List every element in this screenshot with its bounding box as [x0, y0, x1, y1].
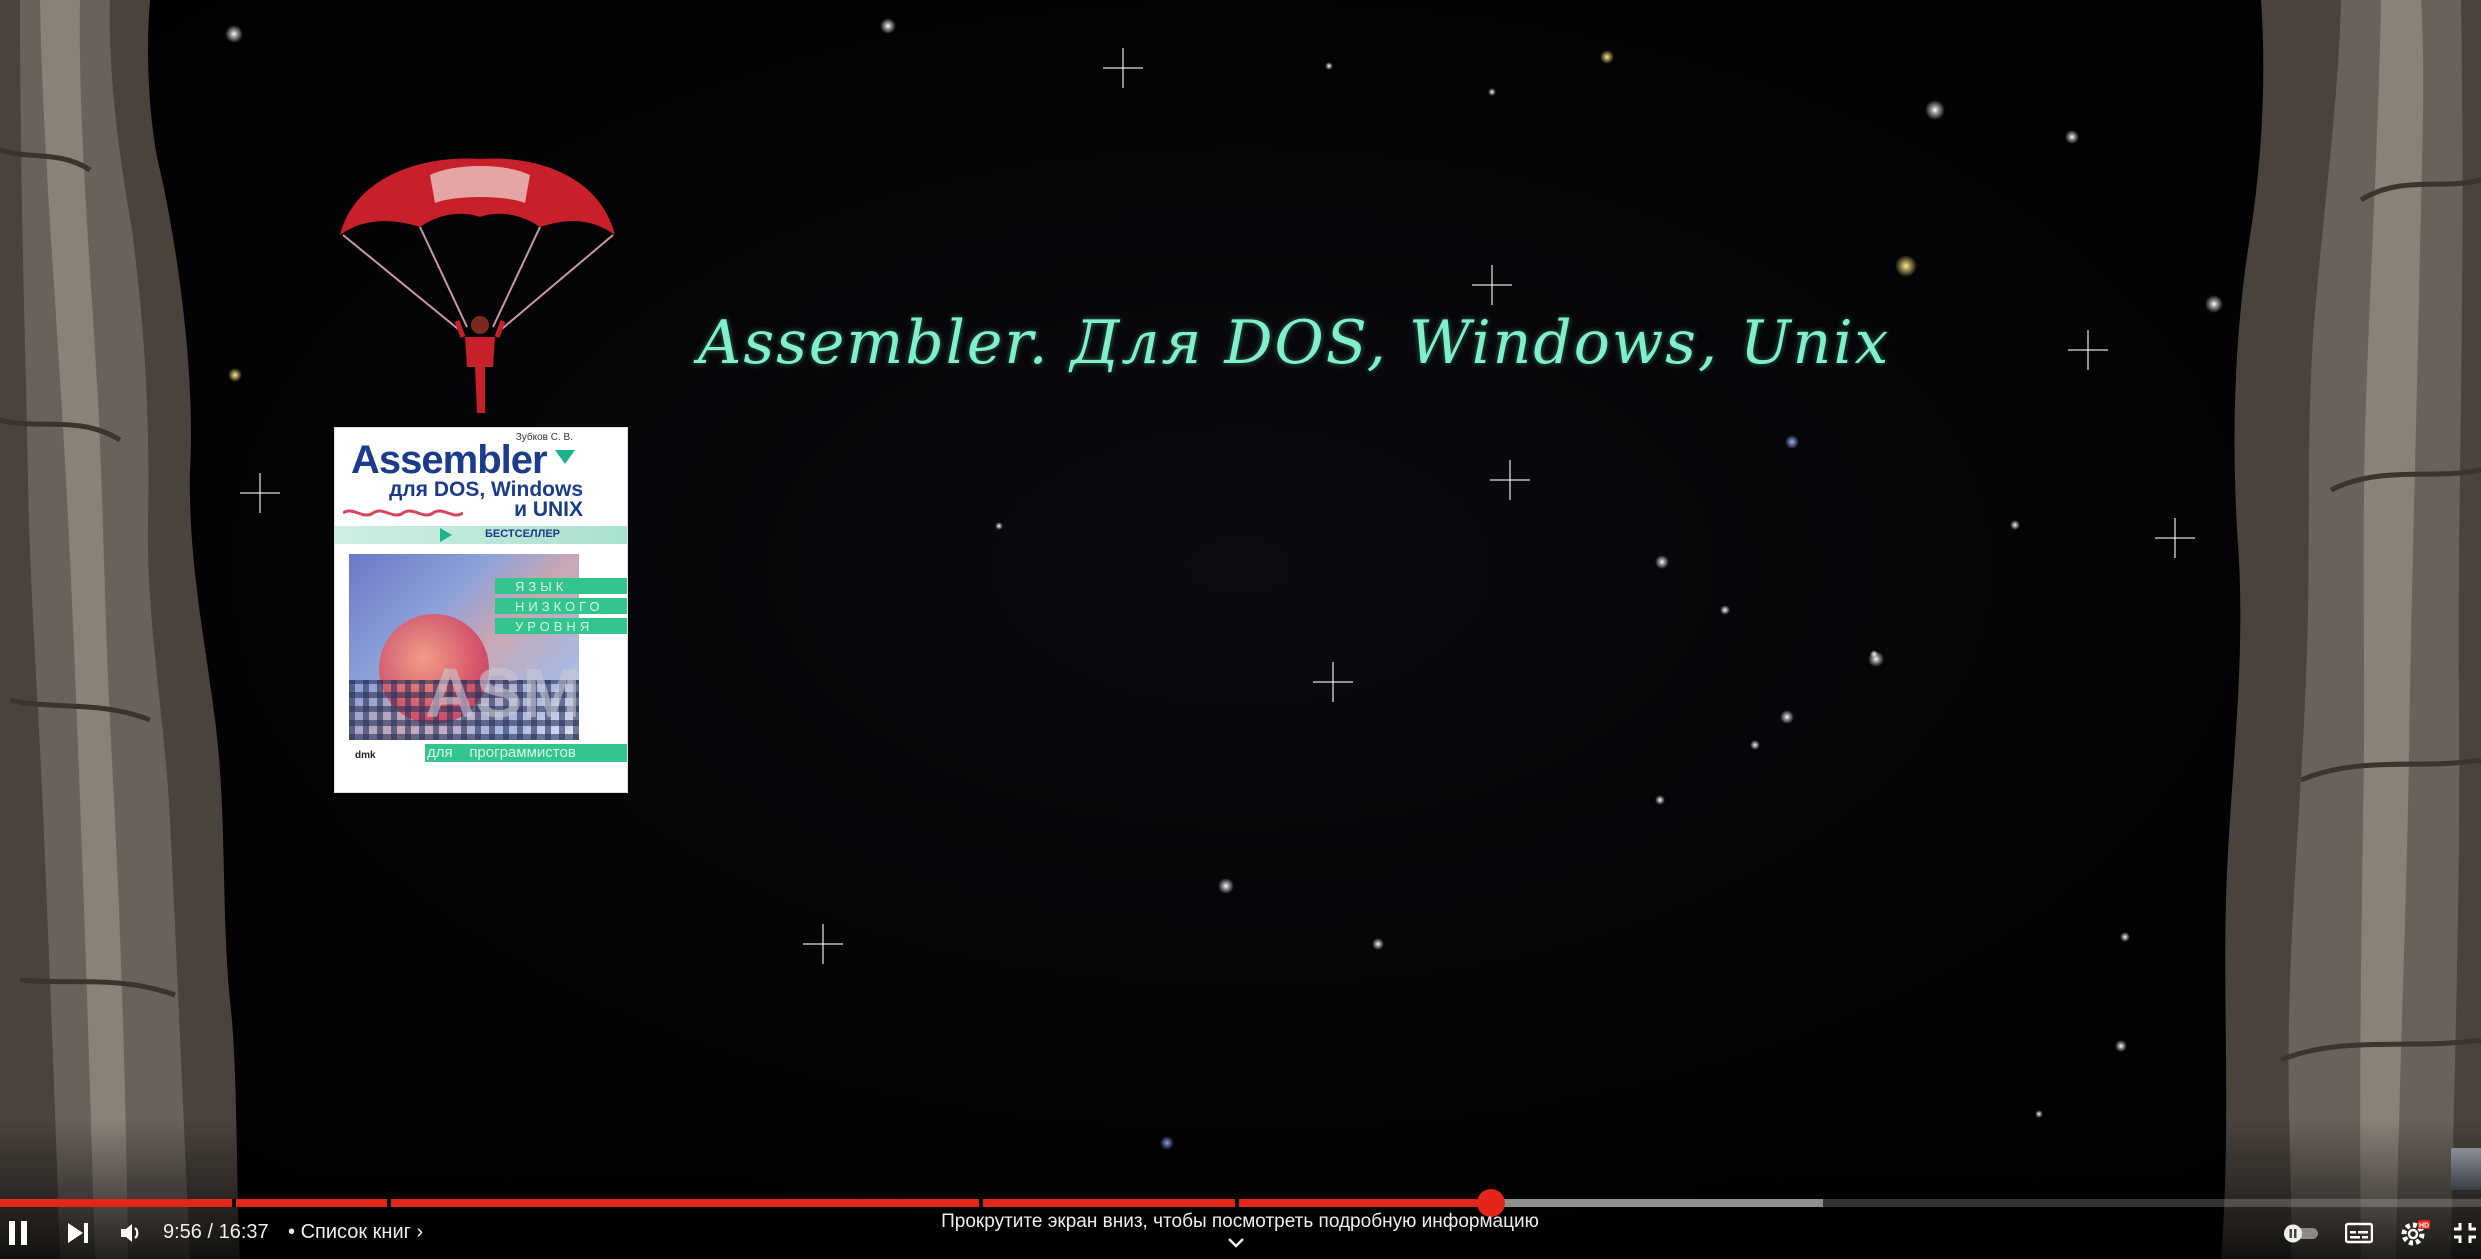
- star: [1600, 50, 1614, 64]
- scroll-hint[interactable]: Прокрутите экран вниз, чтобы посмотреть …: [940, 1211, 1540, 1233]
- sparkle: [803, 924, 843, 964]
- book-bottom-prefix: для: [427, 744, 453, 761]
- star: [1372, 938, 1384, 950]
- channel-avatar-thumbnail[interactable]: [2451, 1148, 2481, 1190]
- sparkle: [240, 473, 280, 513]
- star: [1925, 100, 1945, 120]
- triangle-icon: [555, 450, 575, 464]
- exit-fullscreen-icon: [2453, 1223, 2476, 1243]
- play-triangle-icon: [440, 528, 452, 542]
- sparkle: [1313, 662, 1353, 702]
- subtitles-button[interactable]: [2336, 1207, 2382, 1259]
- book-subtitle-line1: для DOS, Windows: [389, 478, 583, 501]
- left-cliff-illustration: [0, 0, 240, 1259]
- star: [1325, 62, 1333, 70]
- time-separator: /: [201, 1221, 219, 1243]
- star: [1750, 740, 1760, 750]
- star: [2065, 130, 2079, 144]
- time-total: 16:37: [218, 1221, 269, 1243]
- time-display: 9:56 / 16:37: [163, 1221, 269, 1244]
- next-icon: [68, 1223, 88, 1243]
- star: [1218, 878, 1234, 894]
- chapter-chevron-icon: ›: [416, 1221, 424, 1243]
- settings-icon: HD: [2401, 1220, 2430, 1246]
- progress-bar[interactable]: [0, 1189, 2481, 1217]
- sparkle: [1103, 48, 1143, 88]
- star: [2120, 932, 2130, 942]
- star: [1870, 650, 1878, 658]
- star: [995, 522, 1003, 530]
- book-band: [335, 526, 627, 544]
- chevron-down-icon[interactable]: [1224, 1235, 1248, 1251]
- star: [2115, 1040, 2127, 1052]
- chapter-marker: [1234, 1199, 1239, 1207]
- autoplay-toggle[interactable]: [2278, 1207, 2324, 1259]
- star: [1785, 435, 1799, 449]
- parachutist-illustration: [340, 158, 615, 413]
- subtitles-icon: [2345, 1222, 2373, 1244]
- player-controls: 9:56 / 16:37 • Список книг › Прокрутите …: [0, 1207, 2481, 1259]
- video-frame[interactable]: Assembler. Для DOS, Windows, Unix Зубков…: [0, 0, 2481, 1259]
- chapter-marker: [979, 1199, 984, 1207]
- book-bottom-text: для программистов: [427, 744, 576, 761]
- book-stripe-text: УРОВНЯ: [515, 619, 594, 634]
- star: [2035, 1110, 2043, 1118]
- publisher-logo: dmk: [355, 750, 376, 761]
- book-asm-lettering: ASM: [425, 654, 581, 732]
- sparkle: [2068, 330, 2108, 370]
- chapter-title: Список книг: [300, 1221, 411, 1243]
- right-cliff-illustration: [2221, 0, 2481, 1259]
- autoplay-toggle-icon: [2284, 1224, 2318, 1243]
- star: [1780, 710, 1794, 724]
- chapter-bullet: •: [288, 1221, 296, 1243]
- chapter-marker: [231, 1199, 236, 1207]
- star: [1488, 88, 1496, 96]
- pause-button[interactable]: [0, 1207, 36, 1259]
- book-stripe-text: НИЗКОГО: [515, 599, 604, 614]
- settings-button[interactable]: HD: [2392, 1207, 2438, 1259]
- sparkle: [1490, 460, 1530, 500]
- book-stripe-text: ЯЗЫК: [515, 579, 568, 594]
- star: [1655, 555, 1669, 569]
- book-cover: Зубков С. В. Assembler для DOS, Windows …: [334, 427, 628, 793]
- star: [2010, 520, 2020, 530]
- exit-fullscreen-button[interactable]: [2448, 1207, 2481, 1259]
- volume-icon: [121, 1224, 139, 1242]
- star: [1655, 795, 1665, 805]
- book-bottom-label: программистов: [469, 744, 576, 761]
- wave-decoration: [343, 509, 463, 517]
- book-title: Assembler: [351, 438, 548, 482]
- star: [1720, 605, 1730, 615]
- progress-played: [0, 1199, 1491, 1207]
- time-current: 9:56: [163, 1221, 202, 1243]
- star: [880, 18, 896, 34]
- hd-badge: HD: [2419, 1223, 2429, 1230]
- pause-icon: [9, 1221, 27, 1245]
- book-badge: БЕСТСЕЛЛЕР: [485, 528, 561, 540]
- volume-button[interactable]: [112, 1207, 152, 1259]
- sparkle: [2155, 518, 2195, 558]
- sparkle: [1472, 265, 1512, 305]
- next-button[interactable]: [58, 1207, 98, 1259]
- chapter-link[interactable]: • Список книг ›: [288, 1221, 423, 1244]
- video-overlay-title: Assembler. Для DOS, Windows, Unix: [698, 308, 1891, 378]
- chapter-marker: [386, 1199, 391, 1207]
- star: [1895, 255, 1917, 277]
